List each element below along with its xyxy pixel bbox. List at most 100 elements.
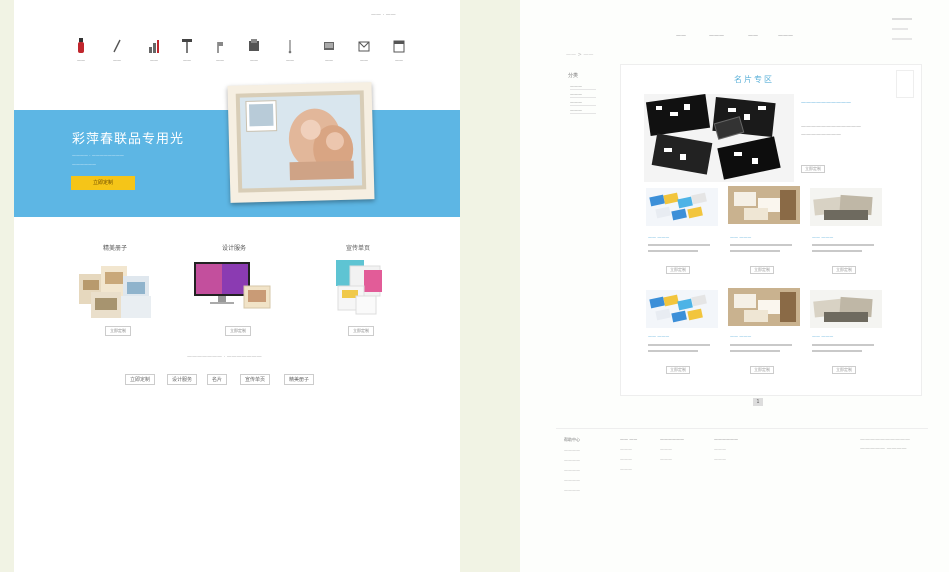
featured-button[interactable]: 立即定制 <box>801 165 825 173</box>
topnav-item-3[interactable]: —— <box>748 33 758 39</box>
footer-link[interactable]: ——— <box>660 447 684 452</box>
product-button-4[interactable]: 立即定制 <box>666 366 690 374</box>
chart-icon <box>149 40 159 53</box>
tag-button-3[interactable]: 名片 <box>207 374 228 385</box>
product-desc-line <box>648 350 698 352</box>
category-design-button[interactable]: 立即定制 <box>225 326 251 336</box>
nav-item-1[interactable]: —— <box>69 38 93 63</box>
family-photo-image <box>235 90 367 193</box>
product-title-1[interactable]: —— ——— <box>648 235 669 240</box>
product-desc-line <box>648 244 710 246</box>
footer-heading: —————— <box>660 437 684 442</box>
nav-item-6[interactable]: —— <box>242 38 266 63</box>
nav-label: —— <box>216 58 224 63</box>
product-desc-line <box>812 350 862 352</box>
topnav-item-2[interactable]: ——— <box>709 33 724 39</box>
topnav-item-1[interactable]: —— <box>676 33 686 39</box>
category-flyers[interactable]: 宣传单页 <box>315 243 401 252</box>
stand-icon <box>182 39 192 53</box>
nav-item-3[interactable]: —— <box>142 38 166 63</box>
footer-link[interactable]: ———— <box>564 468 580 473</box>
product-desc-line <box>648 250 698 252</box>
tag-button-1[interactable]: 立即定制 <box>125 374 156 385</box>
footer-link[interactable]: ——— <box>714 447 738 452</box>
footer-link[interactable]: ——— <box>660 457 684 462</box>
nav-label: —— <box>183 58 191 63</box>
category-title: 精美册子 <box>102 245 127 252</box>
product-image-4 <box>646 290 718 328</box>
footer-link[interactable]: ———— <box>564 478 580 483</box>
display-icon <box>324 42 334 50</box>
footer-heading: 帮助中心 <box>564 437 580 442</box>
footer-column-3: —————— ——— ——— <box>660 437 684 462</box>
footer-link[interactable]: ——— <box>714 457 738 462</box>
nav-item-4[interactable]: —— <box>175 38 199 63</box>
footer-link[interactable]: ———— <box>564 448 580 453</box>
product-title-4[interactable]: —— ——— <box>648 334 669 339</box>
nav-label: —— <box>325 58 333 63</box>
nav-item-10[interactable]: —— <box>387 38 411 63</box>
featured-title[interactable]: —————————— <box>801 100 851 106</box>
footer-heading: —— —— <box>620 437 638 442</box>
product-image-3 <box>810 188 882 226</box>
footer-link[interactable]: ———— <box>564 488 580 493</box>
tag-button-2[interactable]: 设计服务 <box>167 374 198 385</box>
nav-label: —— <box>286 58 294 63</box>
banner-cta-button[interactable]: 立即定制 <box>71 176 135 190</box>
bottle-icon <box>78 38 84 53</box>
product-desc-line <box>730 244 792 246</box>
product-title-2[interactable]: —— ——— <box>730 235 751 240</box>
product-button-2[interactable]: 立即定制 <box>750 266 774 274</box>
sidebar-item[interactable]: ——— <box>570 108 596 114</box>
footer-link[interactable]: ——— <box>620 467 637 472</box>
sidebar-heading: 分类 <box>568 73 579 79</box>
product-image-2 <box>728 186 800 224</box>
section-divider-text: ——————— · ——————— <box>187 354 262 360</box>
footer-link[interactable]: ——— <box>620 457 637 462</box>
category-booklets[interactable]: 精美册子 <box>72 243 158 252</box>
product-button-6[interactable]: 立即定制 <box>832 366 856 374</box>
footer-link[interactable]: ———— <box>564 458 580 463</box>
corner-menu-line <box>892 38 912 40</box>
product-desc-line <box>812 250 862 252</box>
banner-photo <box>227 82 375 203</box>
footer-column-2: —— —— ——— ——— ——— <box>620 437 637 472</box>
nav-item-8[interactable]: —— <box>317 38 341 63</box>
product-title-3[interactable]: —— ——— <box>812 235 833 240</box>
featured-business-cards-image <box>644 94 794 182</box>
top-links[interactable]: —— · —— <box>371 12 396 18</box>
banner-subtitle: ———— · ———————— <box>72 153 124 158</box>
product-image-5 <box>728 288 800 326</box>
sidebar-item[interactable]: ——— <box>570 84 596 90</box>
nav-item-5[interactable]: —— <box>208 38 232 63</box>
tag-button-4[interactable]: 宣传单页 <box>240 374 271 385</box>
nav-item-9[interactable]: —— <box>352 38 376 63</box>
scroll-top-box[interactable] <box>896 70 914 98</box>
nav-item-7[interactable]: —— <box>278 38 302 63</box>
product-title-5[interactable]: —— ——— <box>730 334 751 339</box>
footer-link[interactable]: ——— <box>620 447 637 452</box>
product-button-1[interactable]: 立即定制 <box>666 266 690 274</box>
pen-icon <box>113 39 121 53</box>
product-title-6[interactable]: —— ——— <box>812 334 833 339</box>
corner-menu-line <box>892 28 908 30</box>
category-design[interactable]: 设计服务 <box>191 243 277 252</box>
nav-item-2[interactable]: —— <box>105 38 129 63</box>
product-image-6 <box>810 290 882 328</box>
sidebar-item[interactable]: ——— <box>570 100 596 106</box>
featured-desc: ———————————— <box>801 124 861 130</box>
product-button-5[interactable]: 立即定制 <box>750 366 774 374</box>
sidebar-item[interactable]: ——— <box>570 92 596 98</box>
breadcrumb[interactable]: —— > —— <box>566 52 593 58</box>
category-booklets-button[interactable]: 立即定制 <box>105 326 131 336</box>
banner-title: 彩萍春联品专用光 <box>72 132 185 147</box>
pagination-current[interactable]: 1 <box>753 398 763 406</box>
footer-contact-2: ————— ———— <box>860 446 907 452</box>
category-flyers-button[interactable]: 立即定制 <box>348 326 374 336</box>
homepage-mockup: —— · —— —— —— —— —— —— —— —— —— —— —— 彩萍… <box>14 0 460 572</box>
tag-button-5[interactable]: 精美册子 <box>284 374 315 385</box>
topnav-item-4[interactable]: ——— <box>778 33 793 39</box>
product-button-3[interactable]: 立即定制 <box>832 266 856 274</box>
product-desc-line <box>812 344 874 346</box>
envelope-icon <box>358 41 370 52</box>
